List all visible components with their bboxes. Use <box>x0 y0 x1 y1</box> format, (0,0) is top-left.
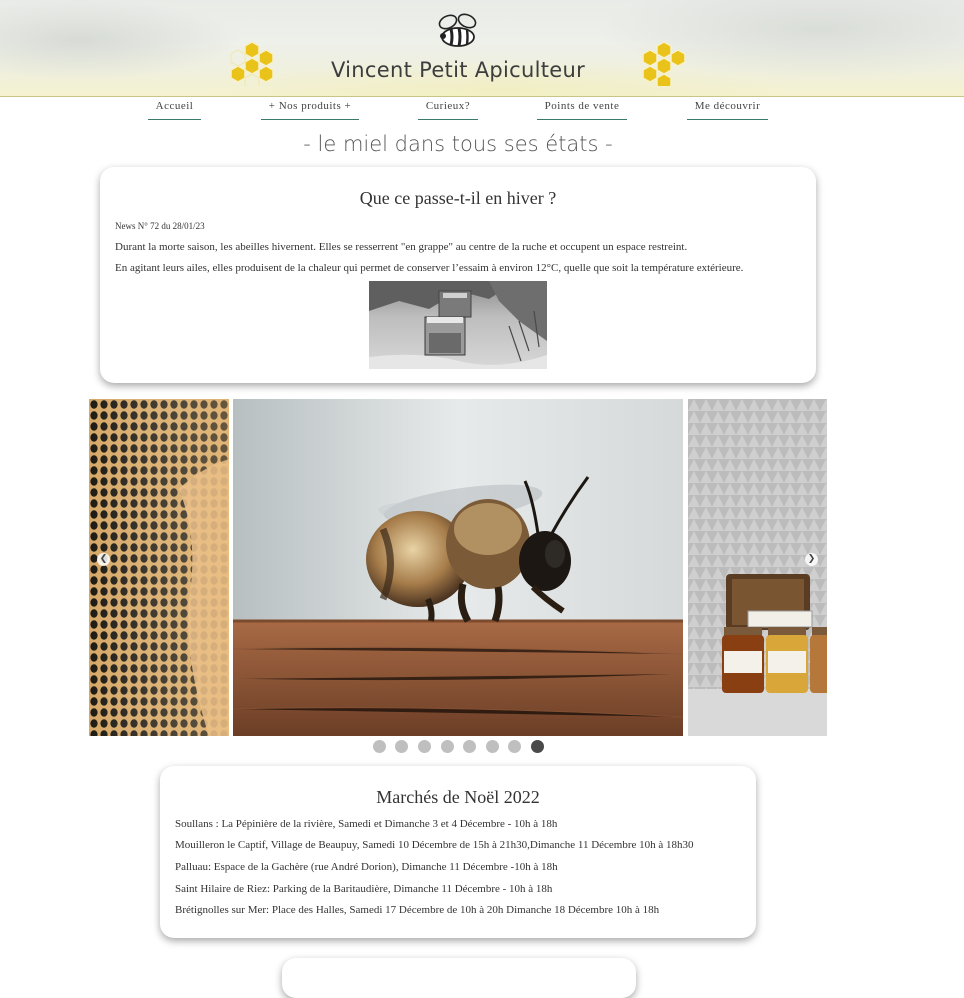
carousel-slide-bee-on-wood <box>233 399 683 736</box>
news-paragraph-1: Durant la morte saison, les abeilles hiv… <box>115 241 688 253</box>
carousel-dot-5[interactable] <box>463 740 476 753</box>
nav-item-me-decouvrir[interactable]: Me découvrir <box>687 100 768 120</box>
carousel-dot-7[interactable] <box>508 740 521 753</box>
site-title: Vincent Petit Apiculteur <box>330 58 586 82</box>
carousel-next-button[interactable]: ❯ <box>805 553 818 566</box>
news-paragraph-2: En agitant leurs ailes, elles produisent… <box>115 262 744 274</box>
next-card-partial <box>282 958 636 998</box>
site-tagline: - le miel dans tous ses états - <box>303 132 613 156</box>
nav-item-nos-produits[interactable]: + Nos produits + <box>261 100 359 120</box>
news-photo-beehive-snow <box>369 281 547 369</box>
markets-card: Marchés de Noël 2022 Soullans : La Pépin… <box>160 766 756 938</box>
news-card: Que ce passe-t-il en hiver ? News N° 72 … <box>100 167 816 383</box>
carousel-dot-8[interactable] <box>531 740 544 753</box>
carousel-dot-6[interactable] <box>486 740 499 753</box>
news-title: Que ce passe-t-il en hiver ? <box>359 188 557 208</box>
site-header: Vincent Petit Apiculteur <box>0 0 964 97</box>
carousel-dot-4[interactable] <box>441 740 454 753</box>
main-nav: Accueil + Nos produits + Curieux? Points… <box>0 98 964 122</box>
market-line: Mouilleron le Captif, Village de Beaupuy… <box>175 839 694 851</box>
carousel-indicators <box>372 740 552 754</box>
nav-item-accueil[interactable]: Accueil <box>148 100 201 120</box>
carousel-prev-button[interactable]: ❮ <box>97 553 110 566</box>
market-line: Palluau: Espace de la Gachère (rue André… <box>175 861 558 873</box>
carousel-dot-2[interactable] <box>395 740 408 753</box>
market-line: Brétignolles sur Mer: Place des Halles, … <box>175 904 660 916</box>
photo-carousel[interactable]: ❮ ❯ <box>89 399 827 736</box>
carousel-dot-1[interactable] <box>373 740 386 753</box>
carousel-slide-honey-jars <box>688 399 827 736</box>
nav-item-curieux[interactable]: Curieux? <box>418 100 478 120</box>
news-meta: News N° 72 du 28/01/23 <box>115 221 205 231</box>
markets-title: Marchés de Noël 2022 <box>376 787 540 807</box>
carousel-slide-honeycomb <box>89 399 229 736</box>
nav-item-points-de-vente[interactable]: Points de vente <box>537 100 627 120</box>
market-line: Saint Hilaire de Riez: Parking de la Bar… <box>175 883 553 895</box>
bee-logo-icon[interactable] <box>434 12 484 52</box>
carousel-dot-3[interactable] <box>418 740 431 753</box>
market-line: Soullans : La Pépinière de la rivière, S… <box>175 818 558 830</box>
